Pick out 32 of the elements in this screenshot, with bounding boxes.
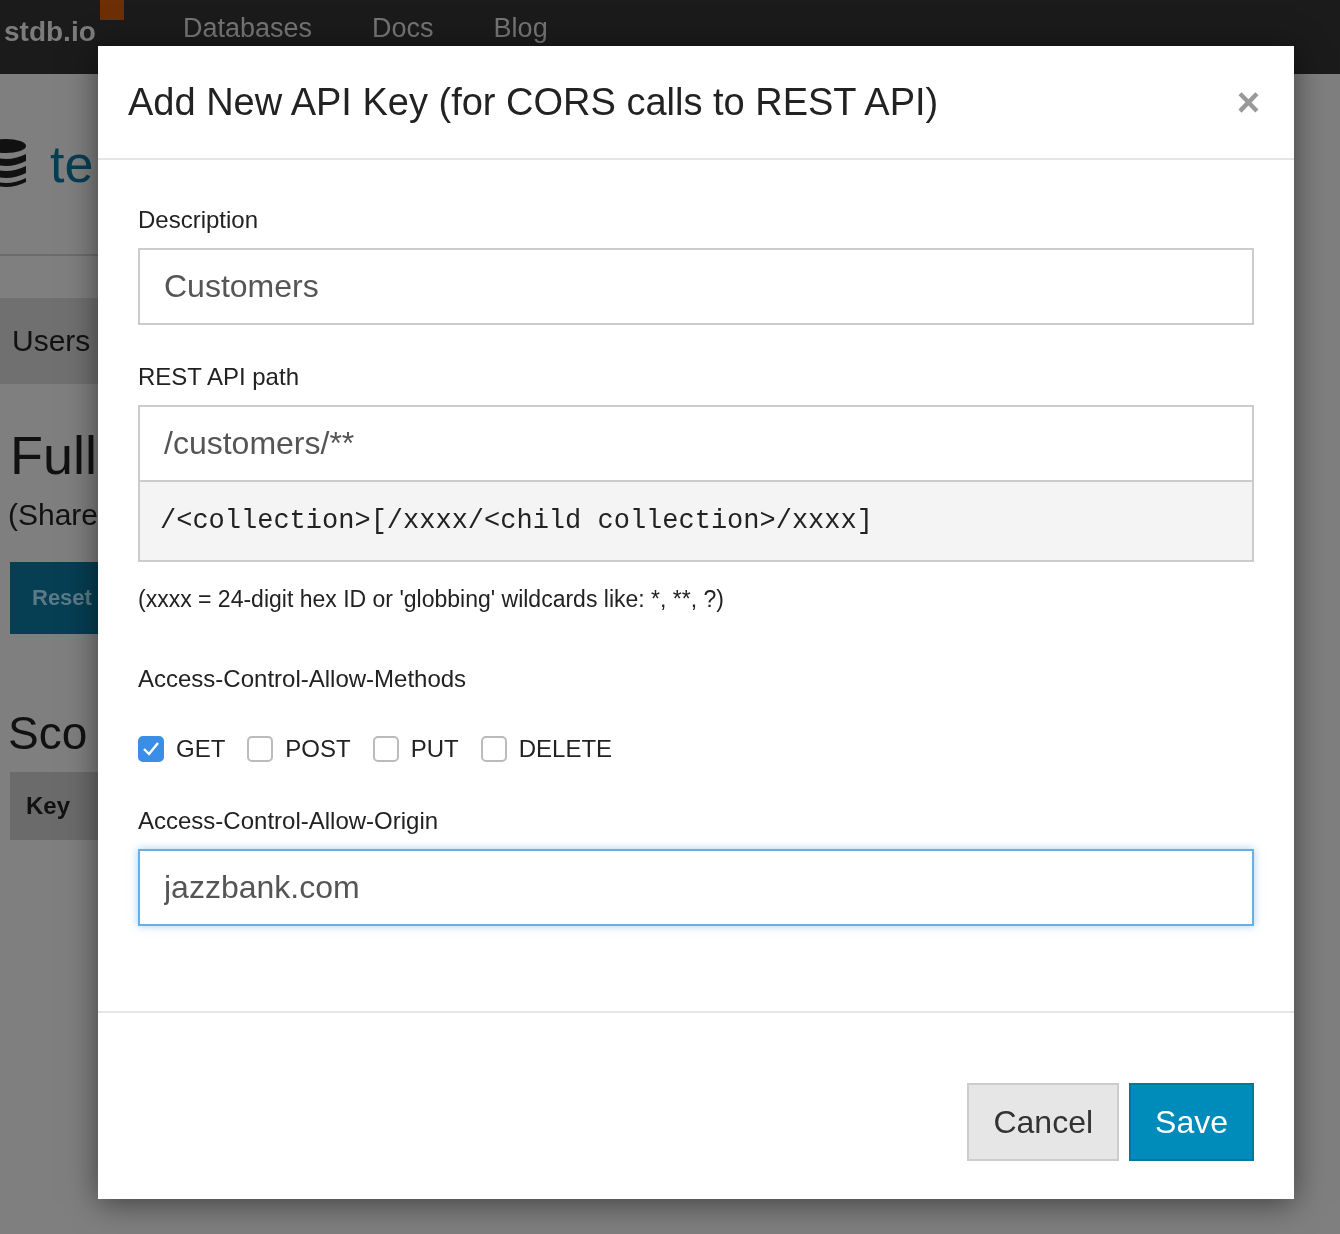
checkbox-label: GET [176,735,226,763]
input-field[interactable]: jazzbank.com [138,849,1254,926]
close-button[interactable]: × [1230,82,1266,122]
input-field[interactable]: Customers [138,248,1254,325]
field-label: Access-Control-Allow-Origin [138,807,440,835]
field-label: Description [138,206,260,234]
checkbox[interactable] [138,736,164,762]
checkbox[interactable] [480,736,507,762]
section-title: Full [10,424,98,486]
logo-mark-icon [100,0,124,20]
column-header: Key [26,792,71,820]
checkbox[interactable] [372,736,399,762]
cancel-button[interactable]: Cancel [967,1083,1120,1161]
input-field[interactable]: /customers/** [138,405,1254,482]
database-icon [0,138,26,190]
section-title: Sco [8,706,89,760]
reset-button[interactable]: Reset [10,562,98,634]
checkbox-label: POST [285,735,351,763]
section-note: (Share [8,498,98,532]
checkbox-label: PUT [410,735,459,763]
help-text: (xxxx = 24-digit hex ID or 'globbing' wildcards like: *, **, ?) [138,586,725,613]
checkbox-label: DELETE [518,735,613,763]
path-format-hint: /<collection>[/xxxx/<child collection>/xxxx] [138,482,1254,562]
check-icon [142,741,160,757]
page-heading: te [50,134,94,194]
dialog-title: Add New API Key (for CORS calls to REST API) [128,80,939,124]
users-tab[interactable]: Users [12,324,91,358]
logo-text[interactable]: stdb.io [4,16,96,74]
field-label: REST API path [138,363,300,391]
checkbox[interactable] [247,736,274,762]
save-button[interactable]: Save [1129,1083,1254,1161]
field-label: Access-Control-Allow-Methods [138,665,468,693]
